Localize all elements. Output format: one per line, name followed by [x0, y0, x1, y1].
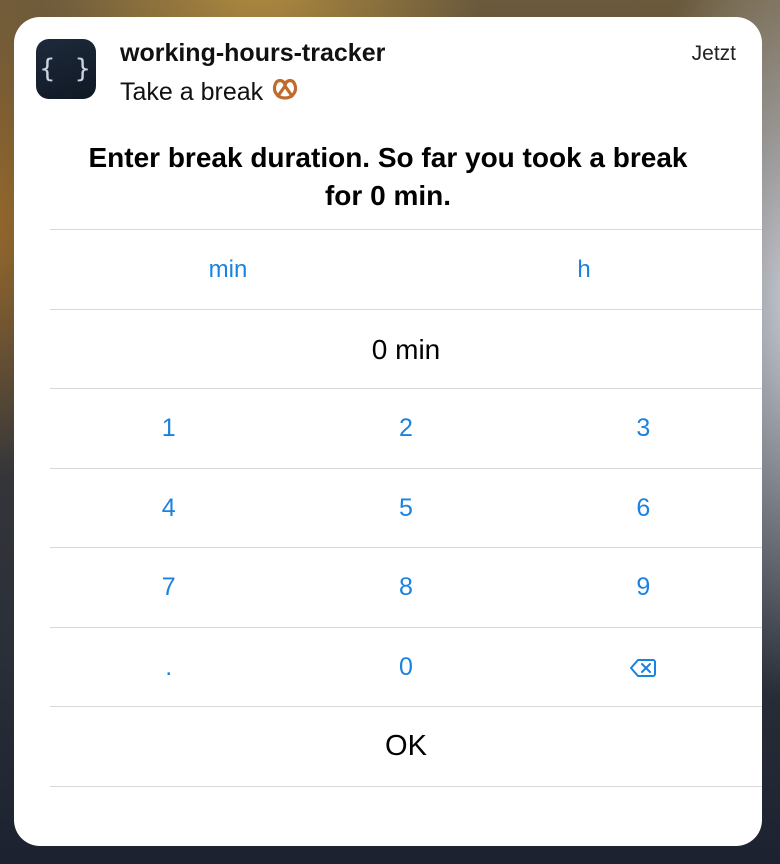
keypad-row-3: 7 8 9: [50, 547, 762, 627]
key-2[interactable]: 2: [287, 414, 524, 443]
pretzel-icon: [271, 77, 299, 107]
ok-button[interactable]: OK: [50, 730, 762, 763]
key-0[interactable]: 0: [287, 653, 524, 682]
key-3[interactable]: 3: [525, 414, 762, 443]
notification-card: { } working-hours-tracker Jetzt Take a b…: [14, 17, 762, 846]
app-icon: { }: [36, 39, 96, 99]
backspace-button[interactable]: [525, 653, 762, 682]
backspace-icon: [630, 653, 657, 681]
key-8[interactable]: 8: [287, 573, 524, 602]
braces-icon: { }: [39, 54, 93, 84]
duration-value: 0 min: [371, 333, 441, 365]
unit-min-button[interactable]: min: [50, 256, 406, 284]
keypad-row-4: . 0: [50, 627, 762, 707]
notification-subtitle: Take a break: [120, 77, 299, 107]
key-1[interactable]: 1: [50, 414, 287, 443]
key-decimal[interactable]: .: [50, 653, 287, 682]
timestamp: Jetzt: [691, 42, 736, 65]
unit-selector: min h: [50, 229, 762, 309]
key-5[interactable]: 5: [287, 494, 524, 523]
prompt-text: Enter break duration. So far you took a …: [88, 142, 688, 211]
duration-display: 0 min: [50, 309, 762, 389]
key-6[interactable]: 6: [525, 494, 762, 523]
app-name: working-hours-tracker: [120, 39, 386, 67]
key-9[interactable]: 9: [525, 573, 762, 602]
key-4[interactable]: 4: [50, 494, 287, 523]
key-7[interactable]: 7: [50, 573, 287, 602]
unit-h-button[interactable]: h: [406, 256, 762, 284]
keypad-row-2: 4 5 6: [50, 468, 762, 548]
subtitle-text: Take a break: [120, 77, 264, 106]
ok-row: OK: [50, 706, 762, 787]
keypad-row-1: 1 2 3: [50, 388, 762, 468]
